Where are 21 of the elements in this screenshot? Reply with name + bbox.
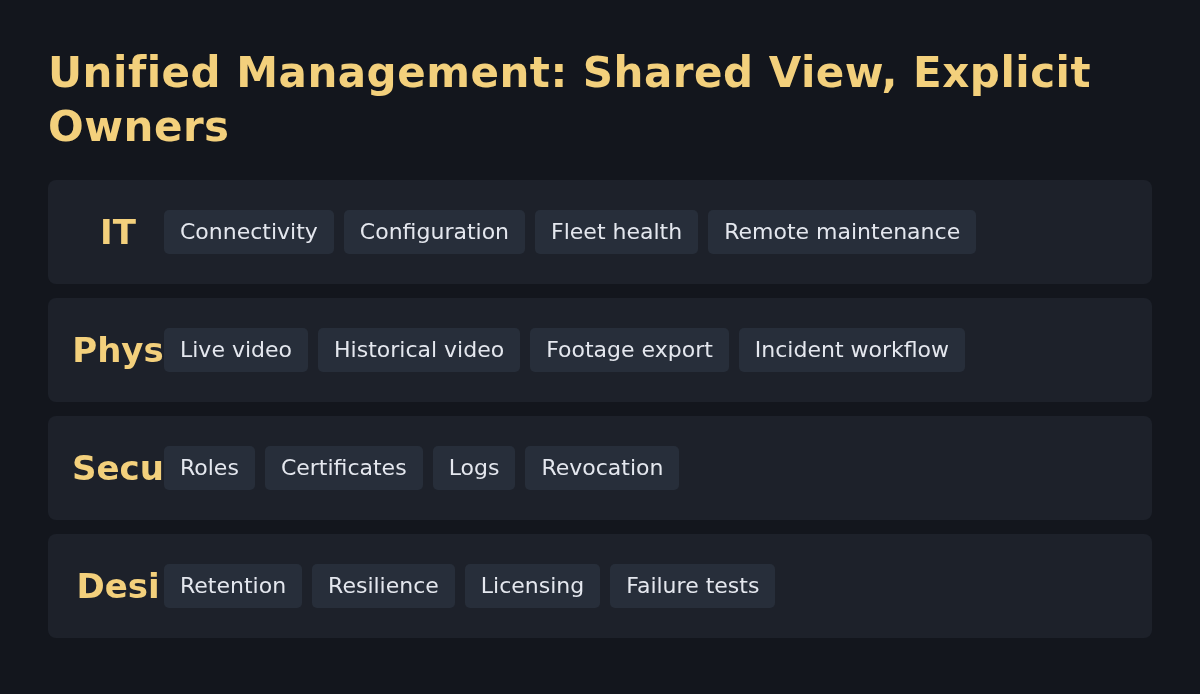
capability-tag: Licensing: [464, 564, 601, 608]
capability-tag: Historical video: [318, 328, 521, 372]
capability-tag: Revocation: [525, 446, 680, 490]
capability-tag: Connectivity: [164, 210, 334, 254]
capability-tag: Failure tests: [610, 564, 776, 608]
row-label: Secu: [72, 448, 164, 488]
row-label: Desi: [75, 566, 161, 606]
capability-tag: Remote maintenance: [708, 210, 977, 254]
capability-tag: Footage export: [530, 328, 729, 372]
capability-tag: Fleet health: [535, 210, 699, 254]
capability-tag: Roles: [164, 446, 255, 490]
capability-tag: Live video: [164, 328, 308, 372]
capability-tag: Incident workflow: [738, 328, 966, 372]
row-label: Phys: [72, 330, 164, 370]
capability-tag: Resilience: [312, 564, 455, 608]
capability-tag: Configuration: [343, 210, 526, 254]
capability-tag: Certificates: [264, 446, 423, 490]
page-title: Unified Management: Shared View, Explicit Owners: [48, 47, 1093, 153]
row-label: IT: [99, 212, 137, 252]
capability-tag: Retention: [164, 564, 303, 608]
capability-tag: Logs: [432, 446, 516, 490]
